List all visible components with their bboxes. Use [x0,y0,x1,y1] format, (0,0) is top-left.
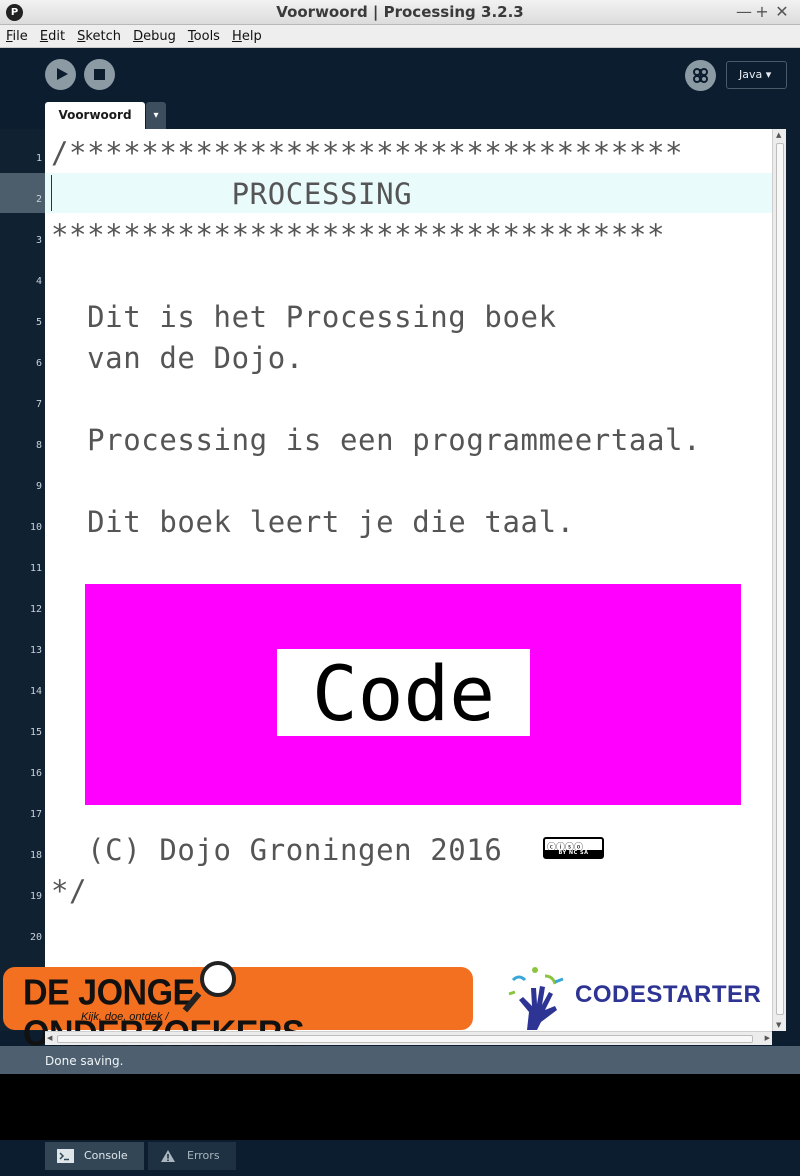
de-jonge-onderzoekers-logo: DE JONGE ONDERZOEKERS Kijk, doe, ontdek … [3,961,473,1054]
line-number: 3 [35,235,42,246]
menu-tools[interactable]: Tools [188,26,220,48]
warning-icon [161,1150,175,1162]
line-number: 8 [35,440,42,451]
codestarter-hand-icon [508,967,564,1030]
stop-button[interactable] [84,59,115,90]
code-line: ********************************** [51,218,666,252]
butterfly-icon [693,68,708,83]
cc-license-badge: ⓒⓘⓢⓞ BY NC SA [543,837,604,859]
codestarter-wordmark: CODESTARTER [575,981,762,1008]
line-number: 12 [29,604,42,615]
code-line: PROCESSING [51,177,413,211]
menu-file[interactable]: File [6,26,28,48]
line-number: 17 [29,809,42,820]
line-number: 2 [35,194,42,205]
line-number: 10 [29,522,42,533]
code-banner-label: Code [277,649,530,738]
scroll-up-icon[interactable]: ▲ [776,131,781,139]
window-title: Voorwoord | Processing 3.2.3 [276,3,524,21]
codestarter-logo: CODESTARTER [505,964,767,1031]
cc-license-text: BY NC SA [545,850,602,857]
menu-help[interactable]: Help [232,26,262,48]
status-message: Done saving. [45,1054,124,1068]
tab-console-label: Console [84,1149,128,1162]
horizontal-scroll-thumb[interactable] [57,1035,753,1043]
scroll-right-icon[interactable]: ▶ [765,1034,770,1042]
tab-errors[interactable]: Errors [148,1142,236,1170]
line-number: 7 [35,399,42,410]
scroll-left-icon[interactable]: ◀ [47,1034,52,1042]
code-line: Processing is een programmeertaal. [51,423,702,457]
code-line: van de Dojo. [51,341,304,375]
line-number: 16 [29,768,42,779]
line-number: 1 [35,153,42,164]
line-number: 14 [29,686,42,697]
line-number: 4 [35,276,42,287]
terminal-icon [57,1149,74,1163]
mode-select[interactable]: Java ▾ [726,61,787,89]
run-button[interactable] [45,59,76,90]
tab-menu-button[interactable]: ▾ [146,102,166,129]
vertical-scrollbar[interactable]: ▲ ▼ [772,129,786,1031]
code-line: /********************************** [51,136,684,170]
code-line: */ [51,874,88,908]
debugger-toggle-button[interactable] [685,60,716,91]
menu-debug[interactable]: Debug [133,26,176,48]
dju-logo-slogan: Kijk, doe, ontdek / [81,1011,169,1023]
toolbar: Java ▾ [0,48,800,102]
footer-tabs: Console Errors [0,1140,800,1176]
scroll-down-icon[interactable]: ▼ [776,1021,781,1029]
tab-errors-label: Errors [187,1149,220,1162]
close-icon[interactable]: ✕ [772,2,792,21]
line-number: 9 [35,481,42,492]
status-bar: Done saving. [0,1046,800,1074]
menu-bar: File Edit Sketch Debug Tools Help [0,25,800,48]
line-number: 18 [29,850,42,861]
line-number: 5 [35,317,42,328]
magnifier-icon [200,961,236,997]
code-line: (C) Dojo Groningen 2016 [51,833,503,867]
code-editor[interactable]: /********************************** PROC… [45,129,772,1031]
horizontal-scrollbar[interactable]: ◀ ▶ [45,1031,772,1045]
line-number: 11 [29,563,42,574]
code-banner-image: Code [85,584,741,805]
line-number: 6 [35,358,42,369]
code-line: Dit is het Processing boek [51,300,557,334]
tab-voorwoord[interactable]: Voorwoord [45,102,145,129]
tab-console[interactable]: Console [45,1142,144,1170]
menu-edit[interactable]: Edit [40,26,65,48]
vertical-scroll-thumb[interactable] [776,143,784,1015]
maximize-icon[interactable]: + [752,2,772,21]
line-number: 20 [29,932,42,943]
current-line-gutter-highlight [0,173,45,213]
line-number: 13 [29,645,42,656]
menu-sketch[interactable]: Sketch [77,26,121,48]
console-output[interactable] [0,1074,800,1140]
minimize-icon[interactable]: — [734,2,754,21]
window-titlebar: P Voorwoord | Processing 3.2.3 — + ✕ [0,0,800,25]
line-number: 15 [29,727,42,738]
code-line: Dit boek leert je die taal. [51,505,575,539]
line-number: 19 [29,891,42,902]
